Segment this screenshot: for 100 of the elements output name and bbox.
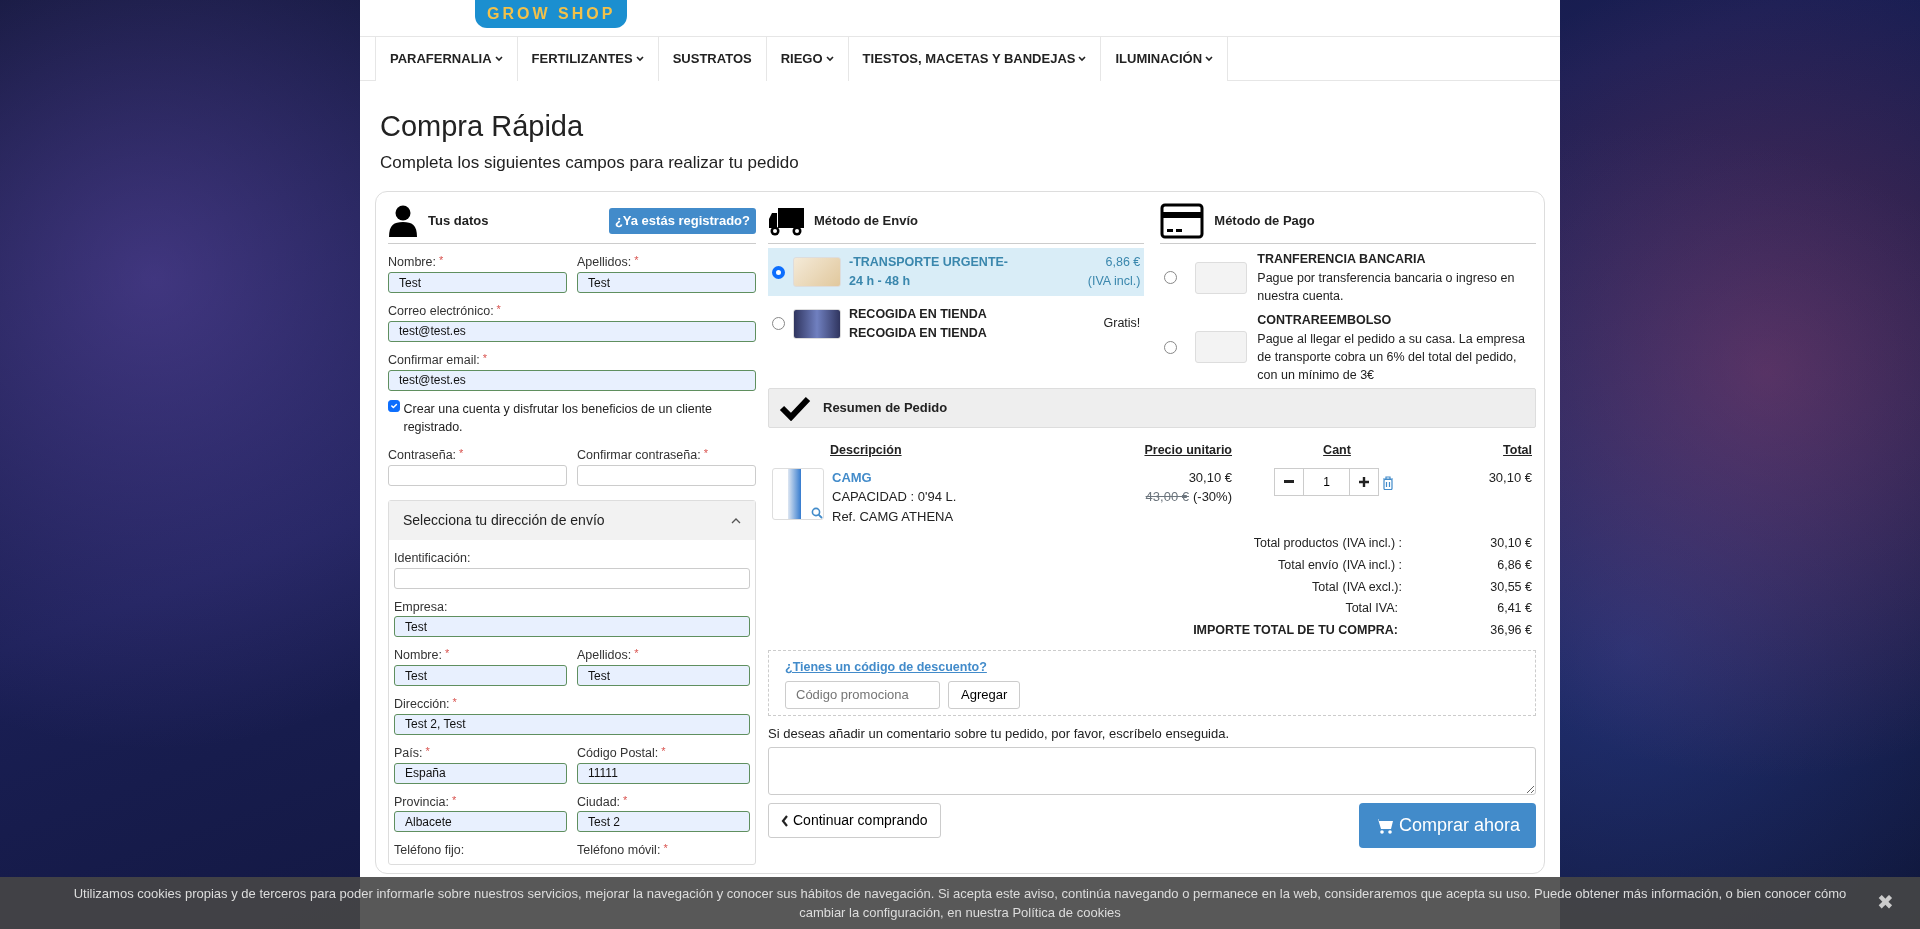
- product-detail: CAPACIDAD : 0'94 L.: [832, 488, 957, 507]
- text-field[interactable]: Test: [394, 665, 567, 687]
- continue-shopping-button[interactable]: Continuar comprando: [768, 803, 941, 839]
- radio-button[interactable]: [772, 317, 785, 331]
- total-note: (IVA excl.):: [1342, 579, 1402, 594]
- required-mark: *: [444, 647, 450, 660]
- required-mark: *: [482, 351, 487, 364]
- text-field[interactable]: test@test.es: [388, 320, 756, 342]
- checkmark-icon: [779, 394, 811, 421]
- total-label: Total productos: [1253, 536, 1339, 551]
- text-field[interactable]: Test: [577, 665, 750, 687]
- apply-button[interactable]: Agregar: [948, 680, 1021, 709]
- dropdown-field[interactable]: España: [394, 762, 567, 784]
- field-label: Confirmar contraseña:: [577, 448, 701, 463]
- column-header: Descripción: [830, 442, 902, 457]
- text-field[interactable]: 11111: [577, 762, 750, 784]
- photo-placeholder: [1195, 331, 1248, 364]
- required-mark: *: [661, 744, 666, 757]
- text-field[interactable]: [394, 567, 750, 589]
- field-label: Nombre:: [394, 648, 442, 663]
- price: Gratis!: [1103, 315, 1141, 333]
- credit-card-icon: [1160, 202, 1205, 239]
- buy-now-button[interactable]: Comprar ahora: [1358, 803, 1536, 849]
- field-label: Contraseña:: [388, 448, 457, 463]
- field-label: Apellidos:: [577, 255, 632, 270]
- required-mark: *: [496, 303, 501, 316]
- page-subtitle: Completa los siguientes campos para realizar tu pedido: [380, 151, 800, 174]
- accordion-title: Selecciona tu dirección de envío: [403, 510, 605, 530]
- required-mark: *: [663, 842, 668, 855]
- total-label: IMPORTE TOTAL DE TU COMPRA:: [1193, 623, 1398, 638]
- accordion-header[interactable]: Selecciona tu dirección de envío: [389, 500, 755, 540]
- minus-icon: [1284, 480, 1294, 484]
- price: 6,86 €: [1104, 254, 1141, 272]
- field-label: Nombre:: [388, 255, 436, 270]
- quantity-field[interactable]: 1: [1304, 467, 1349, 496]
- discount-link[interactable]: ¿Tienes un código de descuento?: [785, 659, 987, 674]
- required-mark: *: [451, 793, 457, 806]
- radio-button[interactable]: [1164, 271, 1178, 285]
- increase-button[interactable]: [1349, 467, 1379, 496]
- field-label: Confirmar email:: [388, 352, 480, 367]
- field-label: Empresa:: [394, 599, 448, 614]
- field-label: Código Postal:: [577, 745, 659, 760]
- total-label: Total IVA:: [1345, 601, 1398, 616]
- text-field[interactable]: test@test.es: [388, 369, 756, 391]
- decrease-button[interactable]: [1274, 467, 1304, 496]
- text-field[interactable]: [388, 464, 567, 486]
- nav-menu-item[interactable]: SUSTRATOS: [658, 37, 767, 81]
- trash-icon[interactable]: [1382, 475, 1394, 490]
- field-label: Provincia:: [394, 794, 449, 809]
- text-field[interactable]: [577, 464, 756, 486]
- section-heading: Resumen de Pedido: [823, 399, 948, 418]
- section-heading: Tus datos: [428, 212, 489, 231]
- option-detail: 24 h - 48 h: [849, 273, 912, 291]
- required-mark: *: [459, 447, 464, 460]
- required-mark: *: [452, 696, 457, 709]
- text-field[interactable]: Test: [577, 272, 756, 294]
- total-value: 30,10 €: [1490, 536, 1532, 551]
- nav-menu-item[interactable]: FERTILIZANTES: [517, 37, 659, 81]
- plus-icon: [1359, 476, 1369, 487]
- coupon-field[interactable]: Código promociona: [785, 680, 940, 709]
- dropdown-field[interactable]: Albacete: [394, 811, 567, 833]
- section-heading: Método de Envío: [814, 212, 918, 231]
- field-label: Apellidos:: [577, 648, 632, 663]
- required-mark: *: [438, 254, 444, 267]
- login-button[interactable]: ¿Ya estás registrado?: [608, 208, 756, 234]
- cookie-notice: Utilizamos cookies propias y de terceros para poder informarle sobre nuestros servicios, mejorar la navegación y conocer sus hábitos de navegación. Si acepta este aviso, continúa navegando o permanece en la web, consideraremos que acepta su uso. Puede obtener más información, o bien conocer cómo cambiar la configuración, en nuestra Política de cookies: [72, 884, 1848, 922]
- field-label: Ciudad:: [577, 794, 621, 809]
- text-field[interactable]: Test: [388, 272, 567, 294]
- text-field[interactable]: Test 2: [577, 811, 750, 833]
- field-label: Identificación:: [394, 550, 471, 565]
- checkbox-label: Crear una cuenta y disfrutar los beneficios de un cliente registrado.: [403, 400, 713, 437]
- text-field[interactable]: Test 2, Test: [394, 713, 750, 735]
- nav-menu-item[interactable]: TIESTOS, MACETAS Y BANDEJAS: [848, 37, 1102, 81]
- radio-button[interactable]: [1164, 340, 1178, 354]
- field-label: Teléfono fijo:: [394, 843, 465, 858]
- total-label: Total: [1312, 579, 1339, 594]
- text-field[interactable]: Test: [394, 616, 750, 638]
- discount-percent: (-30%): [1193, 489, 1232, 505]
- unit-price: 30,10 €: [1187, 468, 1232, 487]
- section-heading: Método de Pago: [1214, 212, 1315, 231]
- photo-placeholder: [793, 308, 841, 339]
- photo-placeholder: [793, 257, 841, 288]
- nav-menu-item[interactable]: PARAFERNALIA: [375, 37, 518, 81]
- nav-menu-item[interactable]: RIEGO: [766, 37, 849, 81]
- total-label: Total envío: [1278, 557, 1339, 572]
- create-account-checkbox[interactable]: [388, 399, 400, 412]
- field-label: País:: [394, 745, 423, 760]
- option-description: Pague por transferencia bancaria o ingreso en nuestra cuenta.: [1257, 270, 1516, 306]
- close-button[interactable]: ✖: [1877, 891, 1894, 913]
- option-name: TRANFERENCIA BANCARIA: [1257, 251, 1427, 269]
- comment-field[interactable]: [768, 747, 1536, 796]
- radio-button[interactable]: [772, 265, 785, 279]
- shipping-option[interactable]: RECOGIDA EN TIENDA RECOGIDA EN TIENDA Gratis!: [768, 299, 1145, 348]
- required-mark: *: [623, 793, 628, 806]
- column-header: Precio unitario: [1144, 442, 1232, 457]
- page-title: Compra Rápida: [380, 109, 585, 144]
- total-note: (IVA incl.) :: [1342, 536, 1402, 551]
- user-icon: [388, 204, 418, 237]
- required-mark: *: [634, 647, 639, 660]
- nav-menu-item[interactable]: ILUMINACIÓN: [1101, 37, 1229, 81]
